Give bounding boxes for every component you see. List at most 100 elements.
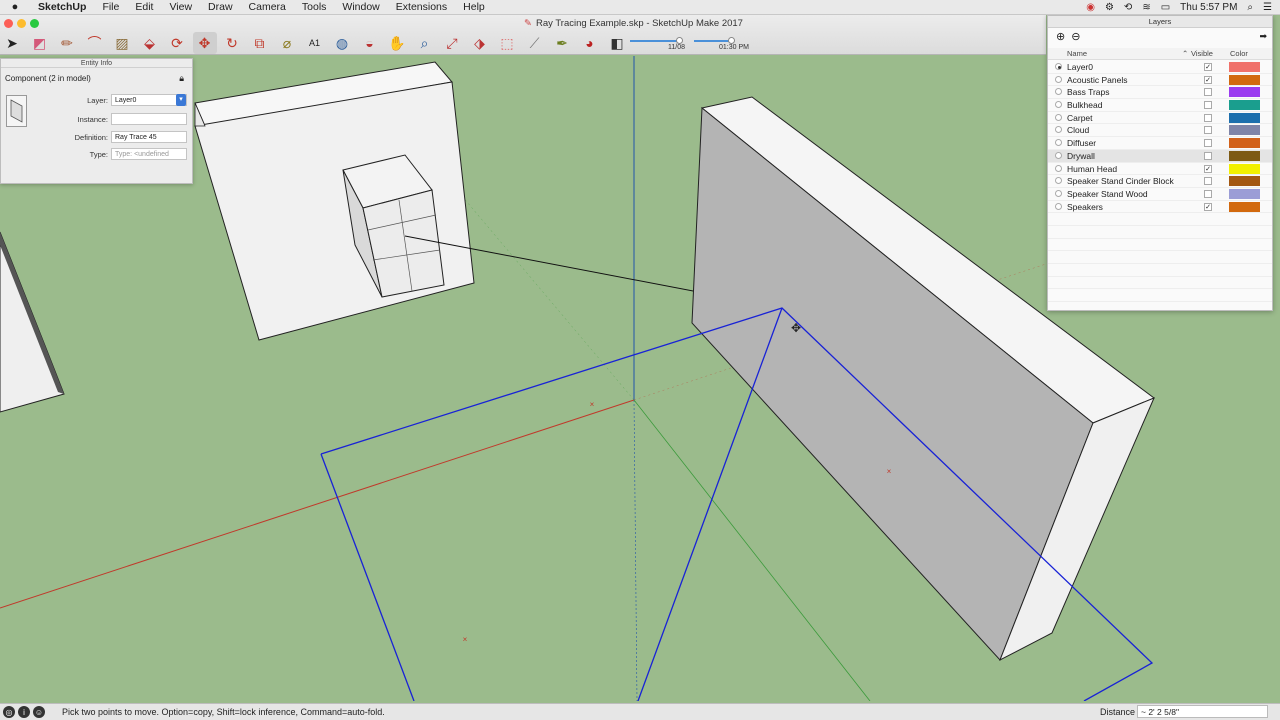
rectangle-icon[interactable]: ▨ — [110, 32, 134, 54]
user-icon[interactable]: ☺ — [33, 706, 45, 718]
active-layer-radio[interactable] — [1055, 177, 1062, 185]
close-icon[interactable] — [4, 19, 13, 28]
visible-checkbox[interactable]: ✓ — [1204, 202, 1212, 211]
layer-name[interactable]: Bass Traps — [1067, 87, 1110, 97]
visible-checkbox[interactable] — [1204, 139, 1212, 148]
move-icon[interactable]: ✥ — [192, 32, 217, 54]
menu-window[interactable]: Window — [334, 1, 387, 13]
date-slider-knob[interactable] — [676, 37, 683, 44]
lock-icon[interactable]: 🔒︎ — [179, 73, 184, 84]
layer-row[interactable]: Human Head ✓ — [1048, 163, 1272, 176]
ruby-icon[interactable]: ◕ — [578, 32, 602, 54]
layer-row[interactable]: Acoustic Panels ✓ — [1048, 74, 1272, 87]
eraser-icon[interactable]: ◩ — [28, 32, 52, 54]
orbit-icon[interactable]: ◒ — [358, 32, 382, 54]
wifi-icon[interactable]: ≋ — [1142, 2, 1150, 13]
remove-layer-icon[interactable]: ⊖ — [1071, 30, 1080, 43]
zoom-tool-icon[interactable]: ⌕ — [413, 32, 437, 54]
active-layer-radio[interactable] — [1055, 126, 1062, 134]
details-arrow-icon[interactable]: ➡ — [1259, 31, 1267, 42]
active-layer-radio[interactable] — [1055, 164, 1062, 172]
visible-checkbox[interactable] — [1204, 113, 1212, 122]
layer-row[interactable]: Drywall — [1048, 149, 1272, 163]
info-icon[interactable]: i — [18, 706, 30, 718]
layer-name[interactable]: Layer0 — [1067, 62, 1093, 72]
layer-name[interactable]: Human Head — [1067, 164, 1117, 174]
layer-name[interactable]: Speakers — [1067, 202, 1103, 212]
menu-camera[interactable]: Camera — [241, 1, 294, 13]
menu-clock[interactable]: Thu 5:57 PM — [1180, 2, 1237, 13]
layer-row[interactable]: Bulkhead — [1048, 99, 1272, 112]
apple-menu-icon[interactable]: ● — [0, 1, 30, 13]
layer-name[interactable]: Bulkhead — [1067, 100, 1102, 110]
notification-icon[interactable]: ☰ — [1263, 2, 1272, 13]
layer-color-swatch[interactable] — [1229, 150, 1260, 161]
layer-name[interactable]: Diffuser — [1067, 138, 1096, 148]
ray-reflection-edge[interactable] — [320, 453, 415, 701]
layer-name[interactable]: Acoustic Panels — [1067, 75, 1127, 85]
col-color[interactable]: Color — [1230, 49, 1248, 58]
visible-checkbox[interactable]: ✓ — [1204, 63, 1212, 71]
layer-name[interactable]: Carpet — [1067, 113, 1093, 123]
layer-color-swatch[interactable] — [1229, 176, 1260, 187]
active-layer-radio[interactable] — [1055, 75, 1062, 83]
menu-edit[interactable]: Edit — [127, 1, 161, 13]
col-visible[interactable]: Visible — [1191, 49, 1213, 58]
eraser-alt-icon[interactable]: ◧ — [605, 32, 629, 54]
active-layer-radio[interactable] — [1055, 88, 1062, 96]
distance-input[interactable]: ~ 2' 2 5/8" — [1137, 705, 1268, 718]
layer-row[interactable]: Cloud — [1048, 124, 1272, 138]
extension-warehouse-icon[interactable]: ⬚ — [495, 32, 519, 54]
layer-row[interactable]: Speaker Stand Cinder Block — [1048, 175, 1272, 188]
visible-checkbox[interactable]: ✓ — [1204, 164, 1212, 173]
arc-icon[interactable]: ⌒ — [83, 32, 107, 54]
push-pull-icon[interactable]: ⬙ — [138, 32, 162, 54]
menu-draw[interactable]: Draw — [200, 1, 241, 13]
menu-help[interactable]: Help — [455, 1, 493, 13]
style-icon[interactable]: ✒ — [550, 32, 574, 54]
zoom-extents-icon[interactable]: ⤢ — [440, 32, 464, 54]
layer-color-swatch[interactable] — [1229, 100, 1260, 111]
active-layer-radio[interactable] — [1055, 151, 1062, 159]
layer-row[interactable]: Bass Traps — [1048, 86, 1272, 100]
scale-icon[interactable]: ⧉ — [248, 32, 272, 54]
layer-name[interactable]: Drywall — [1067, 151, 1095, 161]
offset-icon[interactable]: ⟳ — [165, 32, 189, 54]
spotlight-icon[interactable]: ⌕ — [1247, 2, 1253, 13]
time-machine-icon[interactable]: ⟲ — [1124, 2, 1132, 13]
chevron-down-icon[interactable]: ▾ — [176, 94, 186, 106]
warehouse-icon[interactable]: ⬗ — [468, 32, 492, 54]
battery-icon[interactable]: ▭ — [1161, 2, 1170, 13]
shadow-time-slider[interactable]: 11/08 01:30 PM — [630, 34, 760, 56]
active-layer-radio[interactable] — [1055, 202, 1062, 210]
text-icon[interactable]: A1 — [303, 32, 327, 54]
menu-extensions[interactable]: Extensions — [388, 1, 455, 13]
left-box[interactable] — [0, 231, 65, 413]
record-icon[interactable]: ◉ — [1086, 2, 1095, 13]
active-layer-radio[interactable] — [1055, 101, 1062, 109]
instance-input[interactable] — [111, 113, 187, 125]
menu-view[interactable]: View — [161, 1, 200, 13]
time-slider-knob[interactable] — [728, 37, 735, 44]
active-layer-radio[interactable] — [1055, 113, 1062, 121]
geo-location-icon[interactable]: ◎ — [3, 706, 15, 718]
layer-color-swatch[interactable] — [1229, 74, 1260, 85]
layer-color-swatch[interactable] — [1229, 188, 1260, 199]
definition-input[interactable]: Ray Trace 45 — [111, 131, 187, 143]
select-icon[interactable]: ➤ — [0, 32, 24, 54]
active-layer-radio[interactable] — [1055, 63, 1062, 70]
ray-reflection-line[interactable] — [637, 307, 783, 701]
layer-color-swatch[interactable] — [1229, 125, 1260, 136]
zoom-icon[interactable] — [30, 19, 39, 28]
layer-name[interactable]: Speaker Stand Wood — [1067, 189, 1148, 199]
active-layer-radio[interactable] — [1055, 139, 1062, 147]
layer-row[interactable]: Carpet — [1048, 112, 1272, 125]
layer-color-swatch[interactable] — [1229, 201, 1260, 212]
layer-color-swatch[interactable] — [1229, 112, 1260, 123]
visible-checkbox[interactable] — [1204, 189, 1212, 198]
menu-sketchup[interactable]: SketchUp — [30, 1, 94, 13]
minimize-icon[interactable] — [17, 19, 26, 28]
layer-row[interactable]: Layer0 ✓ — [1048, 61, 1272, 74]
active-layer-radio[interactable] — [1055, 189, 1062, 197]
visible-checkbox[interactable] — [1204, 126, 1212, 135]
